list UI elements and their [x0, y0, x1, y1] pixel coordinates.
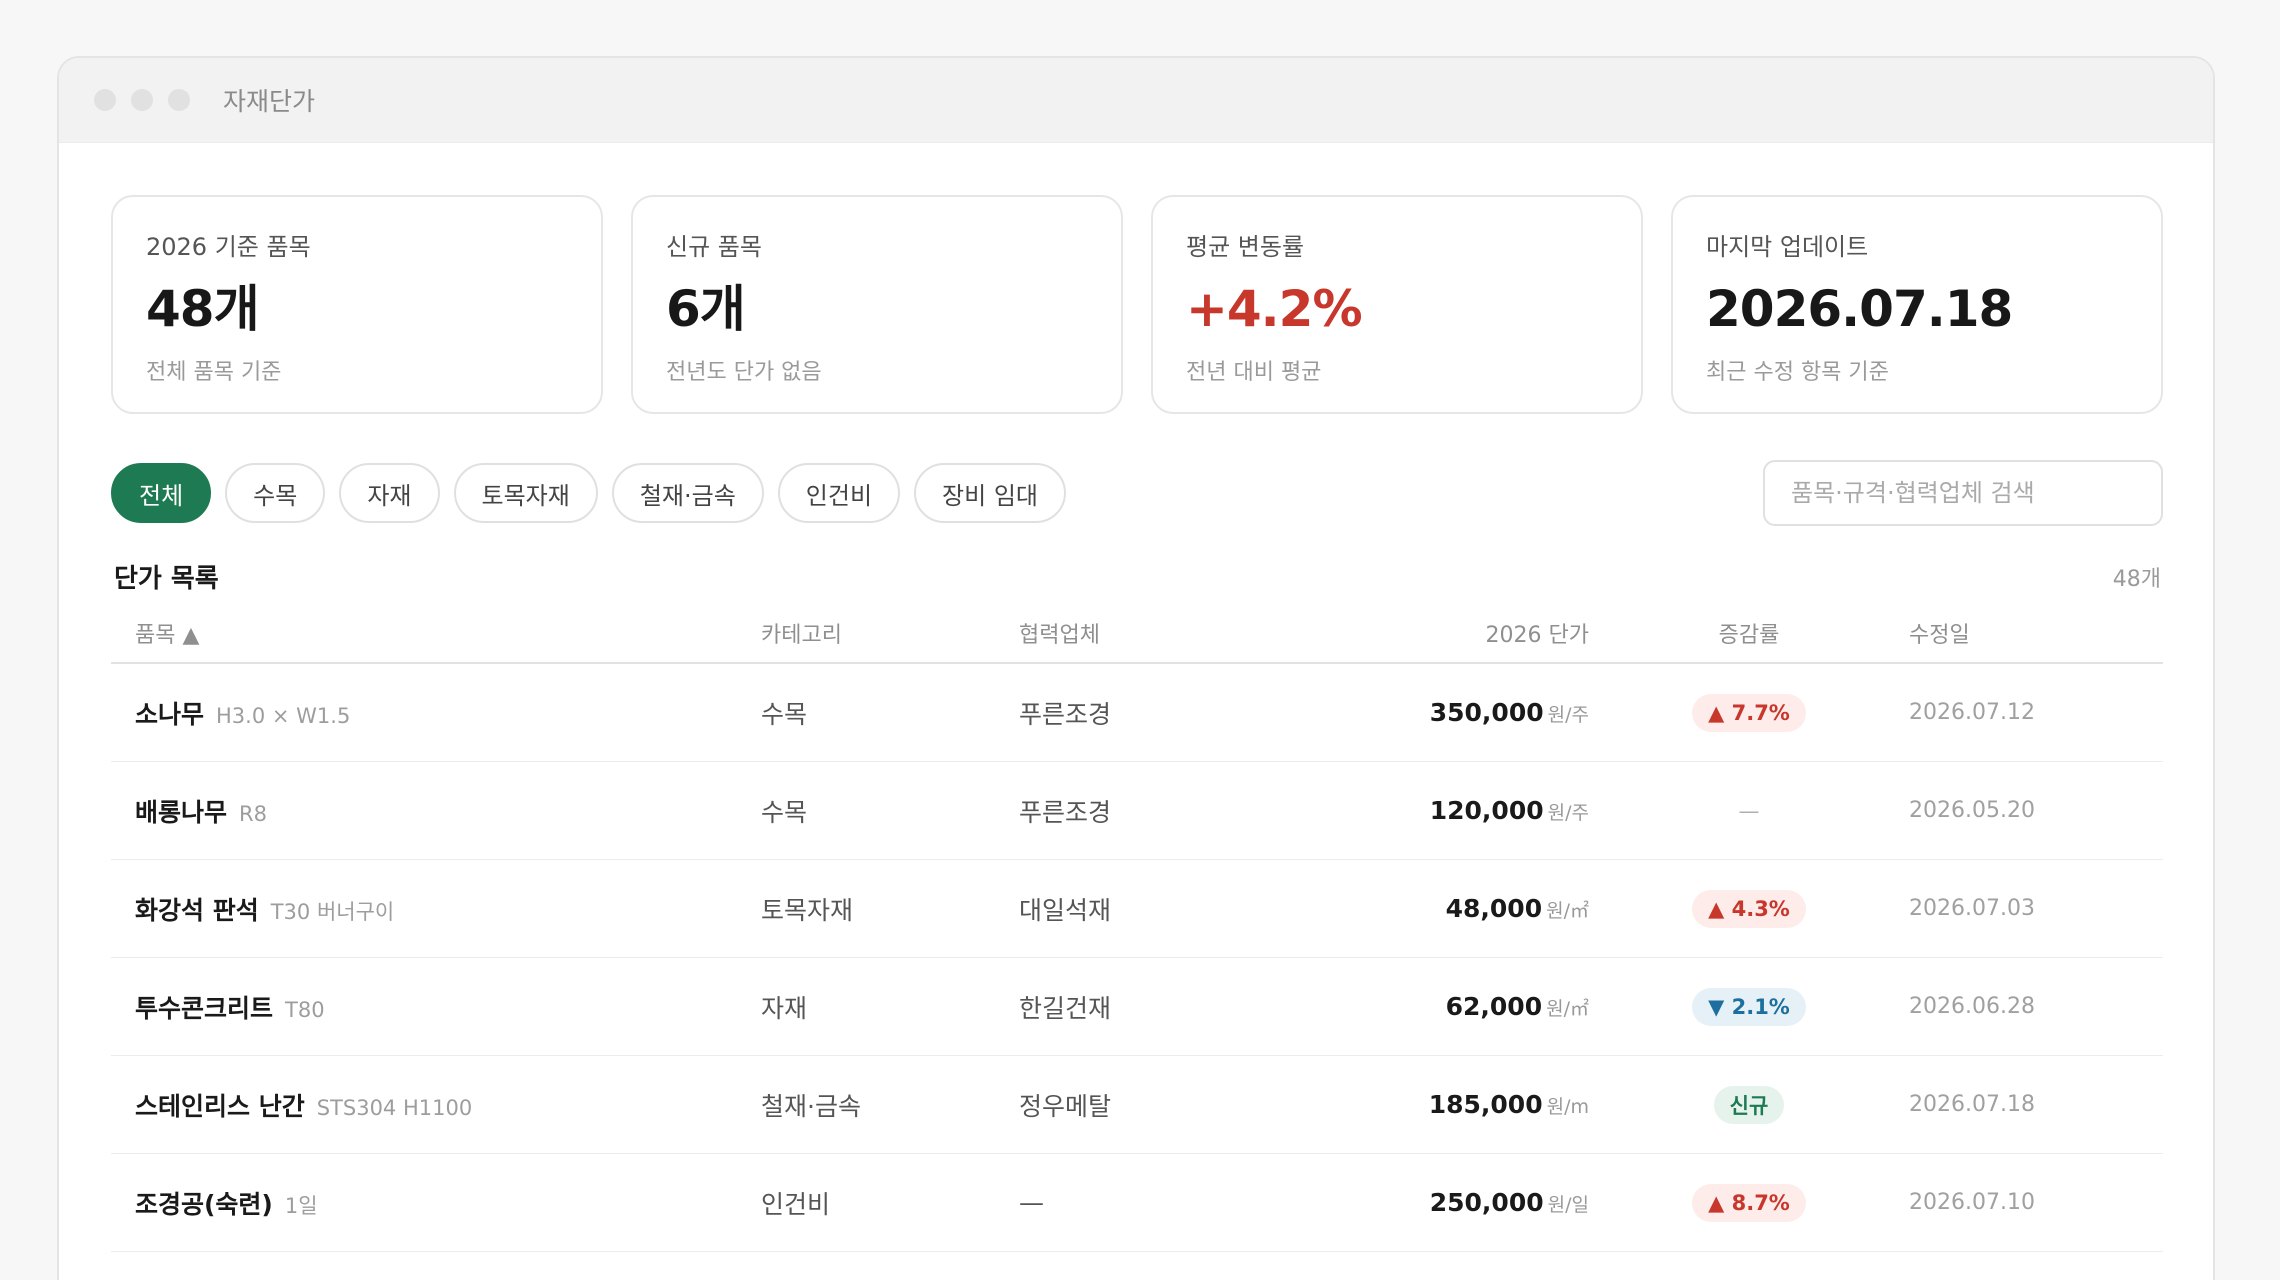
item-category: 토목자재 [761, 895, 854, 925]
table-row[interactable]: 조경공(숙련) 1일 인건비 — 250,000 원/일 ▲ 8.7% 2026.0… [111, 1154, 2163, 1252]
table-row[interactable]: 소나무 H3.0 × W1.5 수목 푸른조경 350,000 원/주 ▲ 7.7%… [111, 664, 2163, 762]
table-row[interactable]: 화강석 판석 T30 버너구이 토목자재 대일석재 48,000 원/㎡ ▲ 4.3… [111, 860, 2163, 958]
item-date: 2026.05.20 [1909, 798, 2035, 823]
change-badge: ▼ 2.1% [1692, 987, 1806, 1026]
category-filters: 전체 수목 자재 토목자재 철재·금속 인건비 장비 임대 [111, 463, 1066, 523]
change-badge: ▲ 8.7% [1692, 1183, 1806, 1222]
change-badge: ▲ 7.7% [1692, 693, 1806, 732]
card-label: 마지막 업데이트 [1706, 233, 1869, 261]
item-price: 185,000 [1428, 1090, 1543, 1119]
item-category: 철재·금속 [761, 1091, 861, 1121]
item-price: 120,000 [1429, 796, 1544, 825]
change-badge: 신규 [1713, 1085, 1785, 1124]
summary-card-last-update: 마지막 업데이트 2026.07.18 최근 수정 항목 기준 [1671, 195, 2163, 414]
window-maximize-button[interactable] [168, 89, 190, 111]
item-unit: 원/일 [1547, 1194, 1589, 1216]
item-date: 2026.07.03 [1909, 896, 2035, 921]
summary-cards: 2026 기준 품목 48개 전체 품목 기준 신규 품목 6개 전년도 단가 … [111, 195, 2163, 414]
filter-chip-civil[interactable]: 토목자재 [453, 463, 598, 523]
item-date: 2026.07.12 [1909, 700, 2035, 725]
card-value: 48개 [146, 280, 260, 338]
summary-card-new: 신규 품목 6개 전년도 단가 없음 [631, 195, 1123, 414]
item-spec: T30 버너구이 [270, 899, 395, 924]
filter-chip-all[interactable]: 전체 [111, 463, 212, 523]
card-label: 2026 기준 품목 [146, 233, 311, 261]
header-date[interactable]: 수정일 [1909, 617, 2163, 649]
item-vendor: 대일석재 [1019, 895, 1112, 925]
item-vendor: 푸른조경 [1019, 797, 1112, 827]
search-input[interactable] [1763, 460, 2163, 526]
item-price: 48,000 [1445, 894, 1543, 923]
item-spec: T80 [285, 997, 325, 1022]
header-category[interactable]: 카테고리 [761, 617, 1019, 649]
card-value: 2026.07.18 [1706, 280, 2013, 338]
window-title: 자재단가 [223, 87, 316, 116]
card-value: 6개 [666, 280, 746, 338]
title-bar: 자재단가 [59, 58, 2213, 143]
item-spec: H3.0 × W1.5 [216, 703, 351, 728]
filter-chip-labor[interactable]: 인건비 [777, 463, 901, 523]
filter-chip-trees[interactable]: 수목 [225, 463, 326, 523]
item-vendor: 한길건재 [1019, 993, 1112, 1023]
table-row[interactable]: 배롱나무 R8 수목 푸른조경 120,000 원/주 — 2026.05.20 [111, 762, 2163, 860]
header-vendor[interactable]: 협력업체 [1019, 617, 1299, 649]
item-category: 자재 [761, 993, 808, 1023]
change-badge: — [1738, 798, 1760, 823]
header-name[interactable]: 품목 ▲ [111, 617, 761, 649]
list-title: 단가 목록 [114, 564, 219, 594]
header-change[interactable]: 증감률 [1589, 617, 1909, 649]
app-window: 자재단가 2026 기준 품목 48개 전체 품목 기준 신규 품목 6개 전년… [57, 56, 2215, 1280]
item-unit: 원/주 [1547, 802, 1589, 824]
card-sub: 최근 수정 항목 기준 [1706, 360, 1889, 385]
item-spec: R8 [239, 801, 267, 826]
item-date: 2026.06.28 [1909, 994, 2035, 1019]
summary-card-total: 2026 기준 품목 48개 전체 품목 기준 [111, 195, 603, 414]
item-name: 소나무 [135, 699, 205, 729]
item-name: 화강석 판석 [135, 895, 259, 925]
item-vendor: — [1019, 1188, 1044, 1217]
item-name: 스테인리스 난간 [135, 1091, 305, 1121]
item-unit: 원/주 [1547, 704, 1589, 726]
item-category: 인건비 [761, 1189, 831, 1219]
item-price: 350,000 [1429, 698, 1544, 727]
item-name: 배롱나무 [135, 797, 228, 827]
card-label: 신규 품목 [666, 233, 762, 261]
card-label: 평균 변동률 [1186, 233, 1305, 261]
change-badge: ▲ 4.3% [1692, 889, 1806, 928]
item-spec: 1일 [284, 1193, 318, 1218]
item-unit: 원/m [1546, 1096, 1589, 1118]
item-price: 62,000 [1445, 992, 1543, 1021]
price-table: 품목 ▲ 카테고리 협력업체 2026 단가 증감률 수정일 소나무 H3.0 ×… [111, 603, 2163, 1252]
filter-chip-equipment[interactable]: 장비 임대 [914, 463, 1066, 523]
filter-chip-metal[interactable]: 철재·금속 [611, 463, 764, 523]
item-unit: 원/㎡ [1546, 998, 1589, 1020]
card-sub: 전체 품목 기준 [146, 360, 282, 385]
header-price[interactable]: 2026 단가 [1299, 617, 1589, 649]
filter-chip-materials[interactable]: 자재 [339, 463, 440, 523]
item-vendor: 정우메탈 [1019, 1091, 1112, 1121]
list-count: 48개 [2112, 567, 2161, 592]
item-spec: STS304 H1100 [316, 1095, 473, 1120]
item-category: 수목 [761, 699, 808, 729]
table-row[interactable]: 투수콘크리트 T80 자재 한길건재 62,000 원/㎡ ▼ 2.1% 2026.… [111, 958, 2163, 1056]
table-row[interactable]: 스테인리스 난간 STS304 H1100 철재·금속 정우메탈 185,000 원… [111, 1056, 2163, 1154]
item-date: 2026.07.10 [1909, 1190, 2035, 1215]
window-close-button[interactable] [94, 89, 116, 111]
window-minimize-button[interactable] [131, 89, 153, 111]
item-unit: 원/㎡ [1546, 900, 1589, 922]
card-value: +4.2% [1186, 280, 1363, 338]
item-date: 2026.07.18 [1909, 1092, 2035, 1117]
card-sub: 전년 대비 평균 [1186, 360, 1322, 385]
item-category: 수목 [761, 797, 808, 827]
item-vendor: 푸른조경 [1019, 699, 1112, 729]
item-price: 250,000 [1429, 1188, 1544, 1217]
item-name: 조경공(숙련) [135, 1189, 273, 1219]
item-name: 투수콘크리트 [135, 993, 274, 1023]
summary-card-avg-change: 평균 변동률 +4.2% 전년 대비 평균 [1151, 195, 1643, 414]
card-sub: 전년도 단가 없음 [666, 360, 822, 385]
table-header: 품목 ▲ 카테고리 협력업체 2026 단가 증감률 수정일 [111, 603, 2163, 664]
